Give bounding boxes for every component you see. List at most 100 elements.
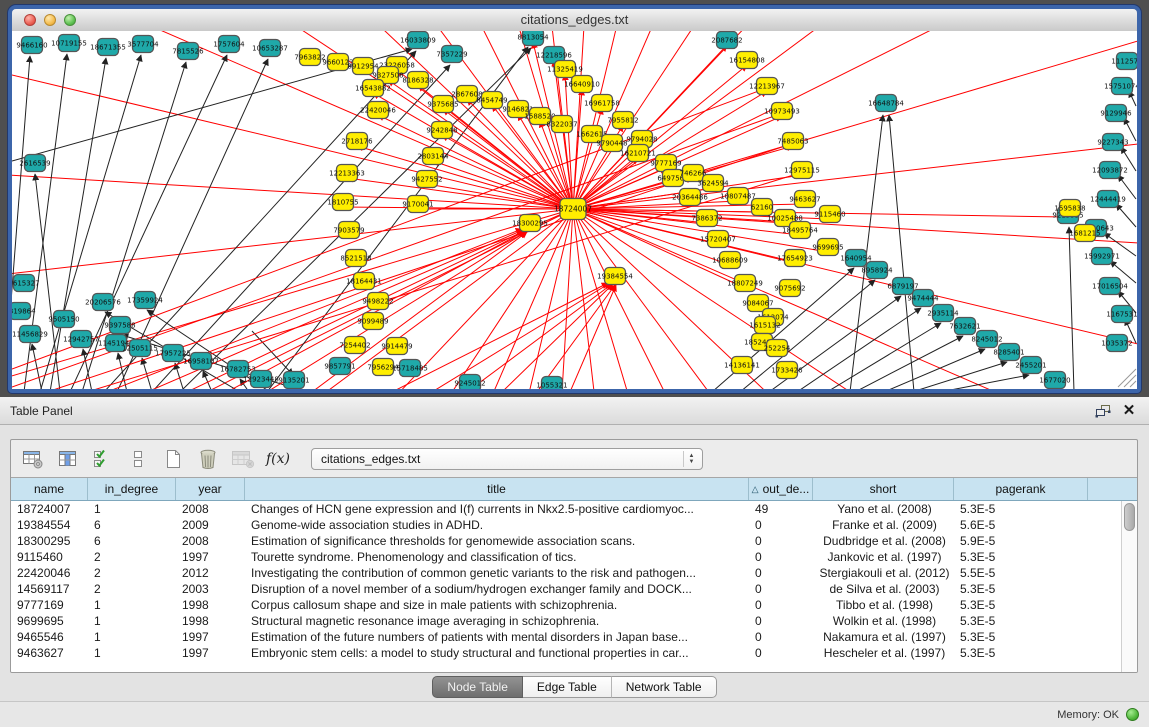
network-node[interactable]: 17359924 [127, 292, 163, 309]
network-node[interactable]: 7632621 [949, 318, 980, 335]
network-node[interactable]: 1677020 [1039, 372, 1070, 389]
close-panel-icon[interactable]: ✕ [1119, 402, 1139, 420]
float-panel-icon[interactable] [1093, 402, 1113, 420]
deselect-all-button[interactable] [126, 447, 150, 471]
network-node[interactable]: 16033809 [400, 32, 436, 49]
network-node[interactable]: 12213967 [749, 78, 785, 95]
network-node[interactable]: 9914479 [381, 338, 412, 355]
network-node[interactable]: 9135201 [278, 372, 309, 389]
table-row[interactable]: 1938455462009Genome-wide association stu… [11, 517, 1122, 533]
network-node[interactable]: 9427552 [411, 171, 442, 188]
table-row[interactable]: 969969511998Structural magnetic resonanc… [11, 613, 1122, 629]
network-node[interactable]: 8285401 [993, 344, 1024, 361]
network-node[interactable]: 9463627 [789, 191, 820, 208]
minimize-window-button[interactable] [44, 14, 56, 26]
network-node[interactable]: 7955812 [607, 112, 638, 129]
network-node[interactable]: 15751074 [1104, 78, 1137, 95]
network-node[interactable]: 3615327 [12, 275, 40, 292]
network-node[interactable]: 16961758 [584, 95, 620, 112]
network-node[interactable]: 8245012 [971, 331, 1002, 348]
function-builder-button[interactable]: f(x) [266, 447, 290, 471]
table-settings-button[interactable] [21, 447, 45, 471]
network-node[interactable]: 14136141 [724, 357, 760, 374]
delete-trash-button[interactable] [196, 447, 220, 471]
tab-network-table[interactable]: Network Table [612, 676, 717, 698]
network-node[interactable]: 8186328 [402, 72, 433, 89]
column-header-name[interactable]: name [11, 478, 88, 500]
column-header-short[interactable]: short [813, 478, 954, 500]
table-row[interactable]: 1456911722003Disruption of a novel membe… [11, 581, 1122, 597]
zoom-window-button[interactable] [64, 14, 76, 26]
network-node[interactable]: 9075692 [774, 280, 805, 297]
network-node[interactable]: 12444419 [1090, 191, 1126, 208]
tab-edge-table[interactable]: Edge Table [523, 676, 612, 698]
network-node[interactable]: 9245012 [454, 375, 485, 390]
network-node[interactable]: 17654923 [777, 250, 813, 267]
network-node[interactable]: 15720407 [700, 231, 736, 248]
network-node[interactable]: 7956294 [367, 359, 399, 376]
network-node[interactable]: 7254402 [339, 337, 370, 354]
table-row[interactable]: 946362711997Embryonic stem cells: a mode… [11, 645, 1122, 661]
select-all-button[interactable] [91, 447, 115, 471]
network-node[interactable]: 18671355 [90, 39, 126, 56]
network-node[interactable]: 10688609 [712, 252, 748, 269]
network-node[interactable]: 9857791 [324, 358, 355, 375]
network-node[interactable]: 9466160 [16, 37, 47, 54]
network-node[interactable]: 252254 [764, 340, 791, 357]
network-node[interactable]: 11456829 [12, 326, 48, 343]
network-canvas[interactable]: 946616010719155186713553577704 7815526 175… [12, 31, 1137, 389]
column-header-out_de[interactable]: △out_de... [749, 478, 813, 500]
network-node[interactable]: 9170041 [402, 196, 433, 213]
network-node[interactable]: 8813054 [517, 31, 549, 46]
network-node[interactable]: 10653287 [252, 40, 288, 57]
network-node[interactable]: 10719155 [51, 35, 87, 52]
tab-node-table[interactable]: Node Table [432, 676, 523, 698]
network-node[interactable]: 1167531 [1106, 306, 1137, 323]
network-node[interactable]: 2087682 [711, 32, 742, 49]
table-chooser-select[interactable]: citations_edges.txt ▲▼ [311, 448, 703, 470]
table-row[interactable]: 977716911998Corpus callosum shape and si… [11, 597, 1122, 613]
network-node[interactable]: 2935114 [927, 305, 959, 322]
network-node[interactable]: 62160 [751, 199, 773, 216]
network-node[interactable]: 17016504 [1092, 278, 1128, 295]
column-header-pagerank[interactable]: pagerank [954, 478, 1088, 500]
close-window-button[interactable] [24, 14, 36, 26]
network-graph[interactable]: 946616010719155186713553577704 7815526 175… [12, 31, 1137, 389]
network-node[interactable]: 16154808 [729, 52, 765, 69]
network-node[interactable]: 7815526 [172, 43, 204, 60]
network-node[interactable]: 18724007 [554, 199, 592, 220]
vertical-scrollbar[interactable] [1121, 501, 1137, 672]
show-column-button[interactable] [56, 447, 80, 471]
memory-ok-icon[interactable] [1126, 708, 1139, 721]
column-header-in_degree[interactable]: in_degree [88, 478, 176, 500]
network-node[interactable]: 9099489 [357, 313, 388, 330]
network-node[interactable]: 9699695 [812, 239, 843, 256]
network-node[interactable]: 9115460 [814, 206, 845, 223]
network-node[interactable]: 22420046 [360, 102, 396, 119]
network-node[interactable]: 15992971 [1084, 248, 1120, 265]
scrollbar-thumb[interactable] [1124, 503, 1135, 531]
network-node[interactable]: 2455201 [1015, 357, 1046, 374]
network-node[interactable]: 8521518 [340, 250, 371, 267]
new-document-button[interactable] [161, 447, 185, 471]
network-node[interactable]: 1757604 [213, 36, 245, 53]
network-node[interactable]: 7963822 [294, 49, 325, 66]
network-node[interactable]: 2616539 [19, 155, 50, 172]
table-row[interactable]: 2242004622012Investigating the contribut… [11, 565, 1122, 581]
network-node[interactable]: 12942757 [63, 331, 99, 348]
network-node[interactable]: 9505150 [48, 311, 79, 328]
network-node[interactable]: 12093872 [1092, 162, 1128, 179]
network-node[interactable]: 7386372 [691, 210, 722, 227]
network-node[interactable]: 19384554 [597, 268, 633, 285]
table-row[interactable]: 946554611997Estimation of the future num… [11, 629, 1122, 645]
delete-table-button[interactable] [231, 447, 255, 471]
table-row[interactable]: 1830029562008Estimation of significance … [11, 533, 1122, 549]
network-node[interactable]: 3577704 [127, 36, 159, 53]
network-node[interactable]: 1733426 [771, 362, 803, 379]
column-header-title[interactable]: title [245, 478, 749, 500]
network-node[interactable]: 10973493 [764, 103, 800, 120]
network-node[interactable]: 18300295 [512, 215, 548, 232]
network-node[interactable]: 1112570 [1111, 53, 1137, 70]
table-row[interactable]: 1872400712008Changes of HCN gene express… [11, 501, 1122, 517]
table-row[interactable]: 911546021997Tourette syndrome. Phenomeno… [11, 549, 1122, 565]
